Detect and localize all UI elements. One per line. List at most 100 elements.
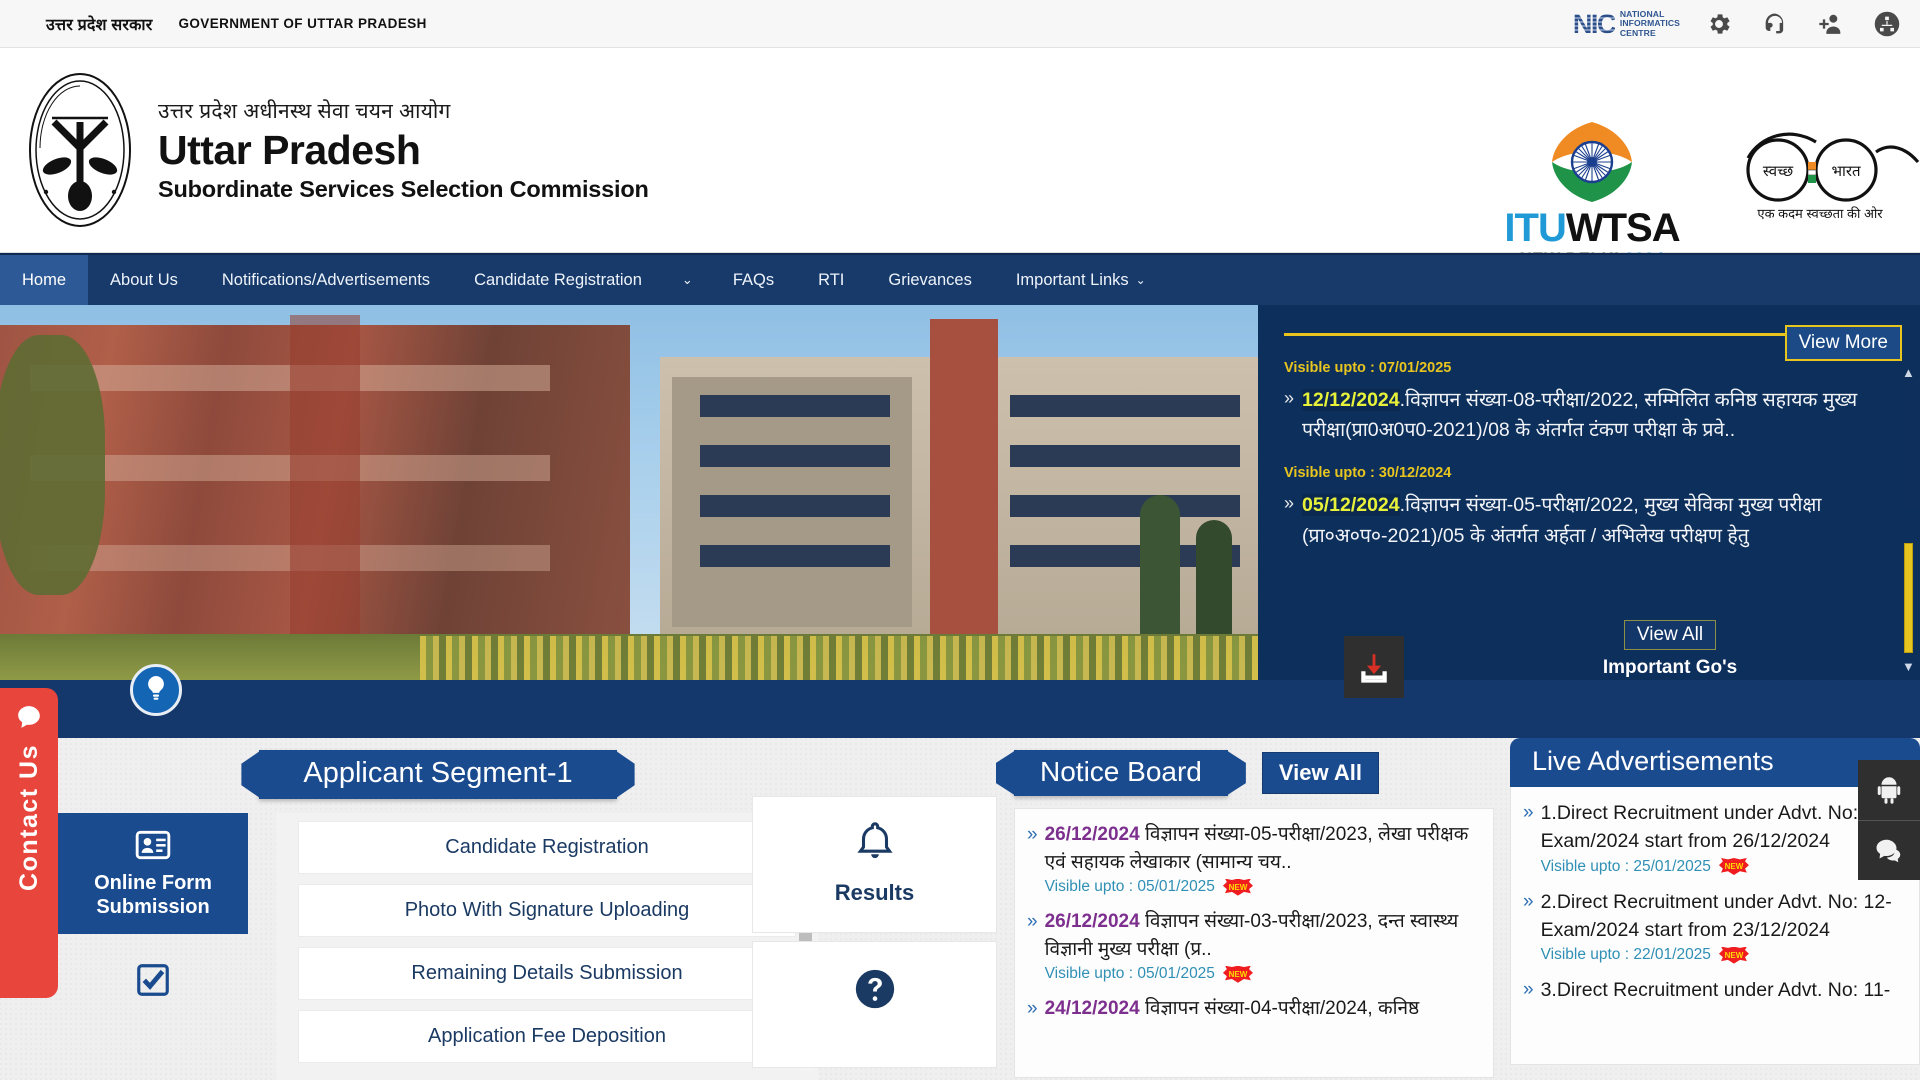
- svg-text:स्वच्छ: स्वच्छ: [1763, 163, 1794, 180]
- government-top-bar: उत्तर प्रदेश सरकार GOVERNMENT OF UTTAR P…: [0, 0, 1920, 48]
- advertisement-item[interactable]: » 3.Direct Recruitment under Advt. No: 1…: [1523, 976, 1905, 1004]
- id-card-icon: [68, 825, 238, 865]
- up-government-emblem-icon: [26, 70, 134, 230]
- gov-name-english: GOVERNMENT OF UTTAR PRADESH: [178, 16, 427, 31]
- notice-text: 24/12/2024 विज्ञापन संख्या-04-परीक्षा/20…: [1045, 995, 1420, 1023]
- nic-mark-text: NIC: [1572, 8, 1617, 39]
- nav-label: Notifications/Advertisements: [221, 270, 431, 289]
- nav-label: RTI: [818, 270, 845, 289]
- results-card[interactable]: Results: [752, 796, 997, 933]
- chevron-right-icon: »: [1284, 388, 1295, 408]
- news-item[interactable]: » 05/12/2024.विज्ञापन संख्या-05-परीक्षा/…: [1284, 490, 1886, 550]
- nav-label: Important Links: [1015, 270, 1129, 289]
- secondary-segment-card[interactable]: [58, 948, 248, 1020]
- notice-board-view-all-button[interactable]: View All: [1261, 752, 1380, 794]
- news-text: 05/12/2024.विज्ञापन संख्या-05-परीक्षा/20…: [1302, 490, 1886, 550]
- online-form-submission-card[interactable]: Online Form Submission: [58, 813, 248, 934]
- notice-item[interactable]: » 24/12/2024 विज्ञापन संख्या-04-परीक्षा/…: [1027, 995, 1479, 1023]
- chevron-right-icon: »: [1027, 998, 1038, 1020]
- itu-wtsa-wordmark: ITUWTSA: [1482, 208, 1702, 248]
- android-icon[interactable]: [1858, 760, 1920, 820]
- header-title-hindi: उत्तर प्रदेश अधीनस्थ सेवा चयन आयोग: [158, 100, 451, 124]
- nav-label: FAQs: [732, 270, 775, 289]
- advertisement-visible-upto: Visible upto : 25/01/2025 NEW: [1541, 858, 1905, 876]
- notice-visible-upto: Visible upto : 05/01/2025 NEW: [1045, 878, 1479, 896]
- option-candidate-registration[interactable]: Candidate Registration: [298, 821, 796, 874]
- support-headset-icon[interactable]: [1758, 7, 1792, 41]
- advertisement-item-body: 3.Direct Recruitment under Advt. No: 11-: [1541, 976, 1891, 1004]
- notice-date: 26/12/2024: [1044, 911, 1140, 933]
- chat-icon[interactable]: [1858, 820, 1920, 880]
- news-scrollbar[interactable]: ▲ ▼: [1900, 365, 1916, 674]
- important-gos-header: View All Important Go's: [1470, 620, 1870, 679]
- ashoka-chakra-emblem-icon: [1482, 118, 1702, 206]
- nic-logo: NIC NATIONAL INFORMATICS CENTRE: [1572, 8, 1680, 39]
- notice-item[interactable]: » 26/12/2024 विज्ञापन संख्या-03-परीक्षा/…: [1027, 908, 1479, 983]
- question-circle-icon: [855, 969, 894, 1009]
- checkbox-checked-icon: [68, 960, 238, 1000]
- nav-item-candidate-registration[interactable]: Candidate Registration: [452, 255, 664, 305]
- nic-line-3: CENTRE: [1619, 27, 1656, 38]
- help-card[interactable]: [752, 941, 997, 1068]
- nav-item-about-us[interactable]: About Us: [88, 255, 200, 305]
- gos-view-all-button[interactable]: View All: [1623, 620, 1717, 650]
- header-titles: उत्तर प्रदेश अधीनस्थ सेवा चयन आयोग Uttar…: [158, 97, 649, 203]
- nav-label: Grievances: [888, 270, 972, 289]
- contact-us-tab[interactable]: Contact Us: [0, 688, 58, 998]
- important-gos-title: Important Go's: [1602, 657, 1738, 678]
- gear-icon[interactable]: [1702, 7, 1736, 41]
- advertisement-item[interactable]: » 1.Direct Recruitment under Advt. No: 1…: [1523, 799, 1905, 876]
- nic-full-name: NATIONAL INFORMATICS CENTRE: [1619, 9, 1680, 39]
- segment1-left-column: Online Form Submission: [58, 813, 268, 1080]
- news-visible-upto: Visible upto : 07/01/2025: [1284, 360, 1452, 376]
- notice-board-section: Notice Board View All » 26/12/2024 विज्ञ…: [1014, 738, 1494, 1078]
- header-subtitle: Subordinate Services Selection Commissio…: [158, 175, 649, 202]
- nav-item-grievances[interactable]: Grievances: [866, 255, 993, 305]
- notice-board-header: Notice Board View All: [1014, 738, 1494, 796]
- topbar-right-tools: NIC NATIONAL INFORMATICS CENTRE: [1573, 0, 1904, 48]
- notice-item[interactable]: » 26/12/2024 विज्ञापन संख्या-05-परीक्षा/…: [1027, 821, 1479, 896]
- scroll-down-arrow-icon[interactable]: ▼: [1902, 659, 1915, 674]
- option-remaining-details-submission[interactable]: Remaining Details Submission: [298, 947, 796, 1000]
- nav-label: Home: [22, 270, 67, 289]
- bell-icon: [856, 822, 893, 859]
- applicant-segment-1-section: Applicant Segment-1 Online Form Submissio…: [58, 738, 818, 1080]
- chevron-right-icon: »: [1523, 890, 1534, 912]
- swachh-bharat-logo-icon: स्वच्छ भारत एक कदम स्वच्छता की ओर: [1730, 118, 1920, 243]
- nav-item-rti[interactable]: RTI: [796, 255, 866, 305]
- nav-label: About Us: [110, 270, 178, 289]
- notice-board-list: » 26/12/2024 विज्ञापन संख्या-05-परीक्षा/…: [1014, 808, 1494, 1078]
- nav-item-notifications-advertisements[interactable]: Notifications/Advertisements: [200, 255, 452, 305]
- notice-date: 24/12/2024: [1044, 998, 1140, 1020]
- view-more-button[interactable]: View More: [1784, 325, 1902, 361]
- svg-text:एक कदम स्वच्छता की ओर: एक कदम स्वच्छता की ओर: [1757, 206, 1883, 221]
- segment1-options-list: Candidate Registration Photo With Signat…: [276, 813, 818, 1080]
- advertisement-item-body: 2.Direct Recruitment under Advt. No: 12-…: [1541, 888, 1905, 965]
- nav-item-home[interactable]: Home: [0, 255, 89, 305]
- segment1-body: Online Form Submission Candidate Registra…: [58, 813, 818, 1080]
- option-application-fee-deposition[interactable]: Application Fee Deposition: [298, 1010, 796, 1063]
- nav-item-important-links[interactable]: Important Links ⌄: [994, 255, 1168, 305]
- main-navigation: Home About Us Notifications/Advertisemen…: [0, 253, 1920, 305]
- scroll-up-arrow-icon[interactable]: ▲: [1902, 365, 1915, 380]
- visible-upto-text: Visible upto : 05/01/2025: [1044, 965, 1215, 983]
- advertisement-visible-upto: Visible upto : 22/01/2025 NEW: [1541, 946, 1905, 964]
- header-right-logos: ITUWTSA NEW DELHI 2024 स्वच्छ भारत एक कद…: [1482, 118, 1920, 269]
- advertisement-text: 3.Direct Recruitment under Advt. No: 11-: [1540, 979, 1891, 1002]
- advertisement-item[interactable]: » 2.Direct Recruitment under Advt. No: 1…: [1523, 888, 1905, 965]
- notice-date: 26/12/2024: [1044, 824, 1140, 845]
- sitemap-icon[interactable]: [1870, 7, 1904, 41]
- scrollbar-thumb[interactable]: [1904, 543, 1913, 653]
- add-user-icon[interactable]: [1814, 7, 1848, 41]
- download-icon[interactable]: [1344, 636, 1404, 698]
- chevron-right-icon: »: [1027, 911, 1038, 933]
- chevron-right-icon: »: [1523, 979, 1534, 1001]
- chevron-down-icon[interactable]: ⌄: [664, 255, 711, 305]
- lightbulb-icon[interactable]: [130, 664, 182, 716]
- gov-name-hindi: उत्तर प्रदेश सरकार: [46, 16, 153, 34]
- contact-us-label: Contact Us: [14, 744, 43, 891]
- visible-upto-text: Visible upto : 22/01/2025: [1540, 946, 1711, 964]
- option-photo-signature-uploading[interactable]: Photo With Signature Uploading: [298, 884, 796, 937]
- news-item[interactable]: » 12/12/2024.विज्ञापन संख्या-08-परीक्षा/…: [1284, 385, 1886, 445]
- nav-item-faqs[interactable]: FAQs: [711, 255, 796, 305]
